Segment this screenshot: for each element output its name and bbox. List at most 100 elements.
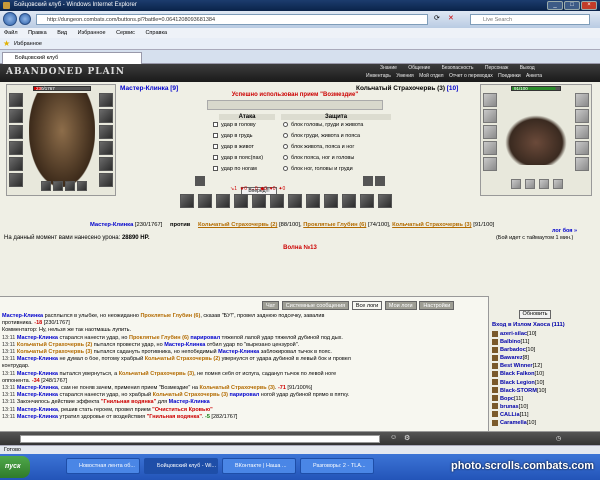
menu-tools[interactable]: Сервис	[116, 30, 135, 36]
log-segment[interactable]: Мастер-Клинка	[164, 342, 205, 348]
technique-icon[interactable]	[270, 194, 284, 208]
equip-slot[interactable]	[483, 109, 497, 123]
address-input[interactable]: http://dungeon.combats.com/buttons.pl?ba…	[36, 14, 428, 25]
taskbar-item[interactable]: Новостная лента об...	[66, 458, 140, 474]
log-segment[interactable]: Кольчатый Страхочервь (3)	[119, 371, 194, 377]
equip-slot[interactable]	[53, 181, 63, 191]
technique-icon[interactable]	[180, 194, 194, 208]
player-list-item[interactable]: Barbadoc[10]	[492, 346, 598, 354]
menu-profile[interactable]: Анкета	[526, 73, 542, 79]
log-segment[interactable]: Мастер-Клинка	[17, 414, 58, 420]
player-list-name[interactable]: Best Winner	[500, 363, 533, 369]
equip-slot[interactable]	[99, 93, 113, 107]
attack-option[interactable]: удар в пояс(пах)	[213, 155, 263, 162]
menu-inventory[interactable]: Инвентарь	[366, 73, 391, 79]
technique-icon[interactable]	[306, 194, 320, 208]
attack-option[interactable]: удар в живот	[213, 144, 254, 151]
defense-radio[interactable]	[283, 122, 288, 128]
equip-slot[interactable]	[99, 173, 113, 187]
equip-slot[interactable]	[539, 179, 549, 189]
defense-option[interactable]: блок пояса, ног и головы	[283, 155, 354, 162]
menu-favorites[interactable]: Избранное	[78, 30, 106, 36]
menu-my-dept[interactable]: Мой отдел	[419, 73, 443, 79]
menu-file[interactable]: Файл	[4, 30, 18, 36]
player-list-name[interactable]: Balbino	[500, 339, 521, 345]
tab-chat[interactable]: Чат	[262, 301, 280, 310]
equip-slot[interactable]	[9, 109, 23, 123]
equip-slot[interactable]	[9, 93, 23, 107]
player-list-name[interactable]: Bopc	[500, 396, 514, 402]
player-list-item[interactable]: Balbino[11]	[492, 338, 598, 346]
equip-slot[interactable]	[65, 181, 75, 191]
equip-slot[interactable]	[9, 141, 23, 155]
player-list-item[interactable]: Black Falkon[10]	[492, 370, 598, 378]
log-segment[interactable]: Кольчатый Страхочервь (2)	[145, 356, 220, 362]
player-list-name[interactable]: CALLia	[500, 412, 520, 418]
equip-slot[interactable]	[483, 93, 497, 107]
log-segment[interactable]: Проклятые Глубин (6)	[140, 313, 200, 319]
player-list-item[interactable]: Black Legion[10]	[492, 379, 598, 387]
menu-communication[interactable]: Общение	[408, 65, 430, 71]
log-segment[interactable]: Мастер-Клинка	[17, 371, 58, 377]
technique-icon[interactable]	[360, 194, 374, 208]
technique-icon[interactable]	[378, 194, 392, 208]
player-list-name[interactable]: Black Legion	[500, 380, 535, 386]
log-segment[interactable]: Мастер-Клинка	[17, 385, 58, 391]
attack-checkbox[interactable]	[213, 144, 218, 150]
defense-radio[interactable]	[283, 166, 288, 172]
menu-security[interactable]: Безопасность	[442, 65, 474, 71]
equip-slot[interactable]	[483, 141, 497, 155]
defense-radio[interactable]	[283, 133, 288, 139]
menu-help[interactable]: Справка	[145, 30, 167, 36]
technique-icon[interactable]	[288, 194, 302, 208]
tab-all-logs[interactable]: Все логи	[351, 301, 383, 310]
equip-slot[interactable]	[99, 141, 113, 155]
player-list-item[interactable]: azeri-silac[10]	[492, 330, 598, 338]
equip-slot[interactable]	[9, 157, 23, 171]
equip-slot[interactable]	[483, 125, 497, 139]
chat-input[interactable]	[20, 435, 380, 443]
defense-radio[interactable]	[283, 144, 288, 150]
forward-nav-button[interactable]	[19, 13, 31, 25]
attack-checkbox[interactable]	[213, 133, 218, 139]
taskbar-item[interactable]: Разговоры: 2 - TLA...	[300, 458, 374, 474]
menu-transfer-report[interactable]: Отчет о переводах	[449, 73, 493, 79]
log-segment[interactable]: Кольчатый Страхочервь (3)	[17, 349, 92, 355]
player-list-item[interactable]: Best Winner[12]	[492, 362, 598, 370]
player-list-name[interactable]: Bawarez	[500, 355, 523, 361]
technique-icon[interactable]	[198, 194, 212, 208]
player-list-item[interactable]: Black-STORM[10]	[492, 387, 598, 395]
defense-option[interactable]: блок ног, головы и груди	[283, 166, 353, 173]
log-segment[interactable]: Мастер-Клинка	[17, 335, 58, 341]
menu-edit[interactable]: Правка	[28, 30, 47, 36]
player-list-item[interactable]: Bawarez[8]	[492, 354, 598, 362]
equip-slot[interactable]	[511, 179, 521, 189]
taskbar-item[interactable]: Бойцовский клуб - Wi...	[144, 458, 218, 474]
enemy-link[interactable]: Кольчатый Страхочервь (2)	[198, 222, 277, 228]
attack-option[interactable]: удар в грудь	[213, 133, 253, 140]
equip-slot[interactable]	[9, 125, 23, 139]
player-name[interactable]: Мастер-Клинка	[120, 85, 169, 92]
defense-option[interactable]: блок живота, пояса и ног	[283, 144, 354, 151]
technique-icon[interactable]	[252, 194, 266, 208]
smiley-icon[interactable]: ☺	[390, 434, 397, 441]
menu-character[interactable]: Персонаж	[485, 65, 508, 71]
equip-slot[interactable]	[41, 181, 51, 191]
back-button[interactable]	[3, 12, 17, 26]
technique-icon[interactable]	[324, 194, 338, 208]
log-segment[interactable]: Мастер-Клинка	[17, 392, 58, 398]
log-segment[interactable]: Мастер-Клинка	[169, 399, 210, 405]
log-segment[interactable]: Мастер-Клинка	[17, 356, 58, 362]
equip-slot[interactable]	[575, 93, 589, 107]
refresh-button[interactable]: Обновить	[519, 310, 551, 319]
close-button[interactable]: ×	[581, 1, 597, 10]
defense-radio[interactable]	[283, 155, 288, 161]
minimize-button[interactable]: _	[547, 1, 563, 10]
equip-slot[interactable]	[483, 157, 497, 171]
player-list-name[interactable]: Black-STORM	[500, 388, 537, 394]
attack-checkbox[interactable]	[213, 155, 218, 161]
player-list-name[interactable]: azeri-silac	[500, 331, 527, 337]
player-list-name[interactable]: Caramella	[500, 420, 527, 426]
equip-slot[interactable]	[9, 173, 23, 187]
maximize-button[interactable]: □	[564, 1, 580, 10]
